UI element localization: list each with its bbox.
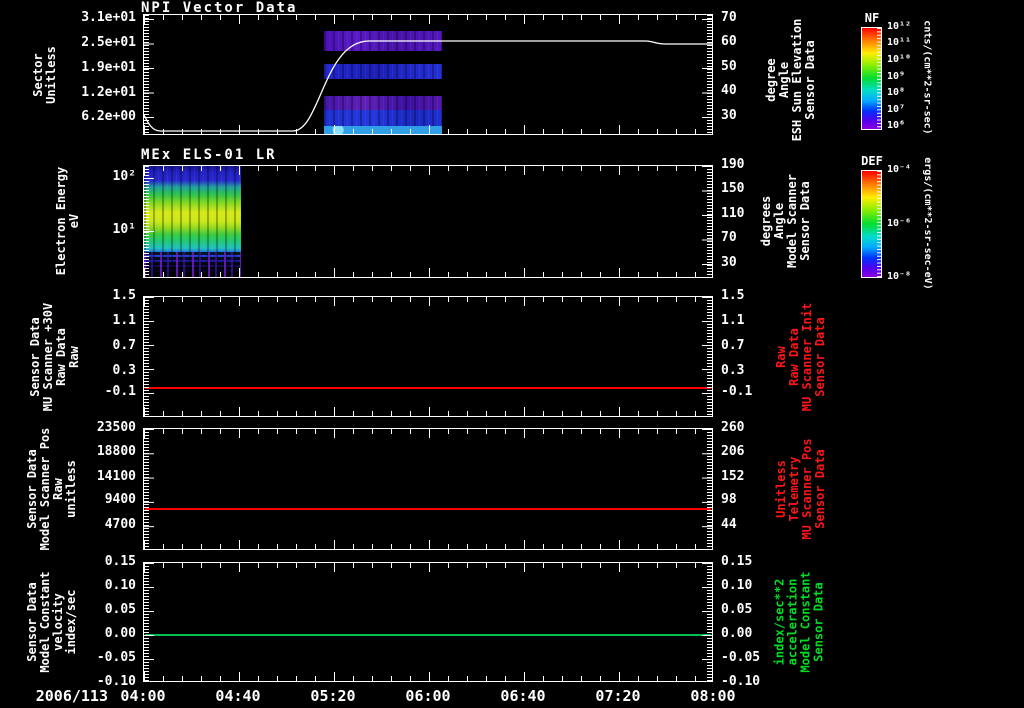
panel4-ticks-left-major — [144, 429, 154, 549]
nf-cbar-tick: 10⁶ — [887, 120, 906, 131]
panel4-ticks-right-minor — [707, 429, 712, 549]
p1-ytick-left: 1.2e+01 — [81, 85, 136, 100]
panel3-ticks-right-minor — [707, 297, 712, 416]
panel3-ticks-right-major — [702, 297, 712, 416]
plot-screen: NPI Vector Data 3.1e+01 2.5e+01 1.9e+01 … — [0, 0, 1024, 708]
panel3-ticks-left-minor — [144, 297, 149, 416]
p1-ytick-left: 2.5e+01 — [81, 35, 136, 50]
sun-elevation-curve — [144, 40, 712, 132]
els-spectrogram-data — [144, 166, 241, 277]
x-tick-label: 08:00 — [690, 687, 736, 705]
panel4-ticks-top-minor — [144, 429, 712, 434]
def-colorbar-unit: ergs/(cm**2-sr-sec-eV) — [922, 157, 933, 290]
panel5-ticks-right-major — [702, 563, 712, 681]
panel2-ticks-right-major — [702, 166, 712, 277]
p5-left-axis-title: Sensor Data Model Constant velocity inde… — [25, 571, 78, 673]
nf-cbar-tick: 10¹² — [887, 21, 912, 32]
panel3-mu-scanner-30v — [143, 296, 713, 417]
p1-ytick-left: 1.9e+01 — [81, 60, 136, 75]
panel2-els-spectrogram — [143, 165, 713, 278]
panel2-title: MEx ELS-01 LR — [141, 147, 277, 163]
panel4-scanner-pos — [143, 428, 713, 550]
panel5-ticks-bottom-major — [144, 672, 712, 681]
panel5-ticks-left-minor — [144, 563, 149, 681]
panel4-ticks-right-major — [702, 429, 712, 549]
nf-cbar-tick: 10¹¹ — [887, 37, 912, 48]
panel4-ticks-top-major — [144, 429, 712, 438]
panel3-ticks-top-minor — [144, 297, 712, 302]
nf-cbar-tick: 10⁷ — [887, 104, 906, 115]
x-tick-label: 07:20 — [595, 687, 641, 705]
nf-cbar-tick: 10⁸ — [887, 87, 906, 98]
p1-ytick-left: 3.1e+01 — [81, 10, 136, 25]
panel5-ticks-right-minor — [707, 563, 712, 681]
nf-colorbar-ticks — [877, 28, 881, 129]
def-cbar-tick: 10⁻⁶ — [887, 218, 912, 229]
panel4-red-data-line — [145, 508, 711, 510]
panel5-ticks-top-minor — [144, 563, 712, 568]
x-tick-label: 04:00 — [120, 687, 166, 705]
p1-left-axis-title: Sector Unitless — [31, 46, 58, 104]
p1-ytick-left: 6.2e+00 — [81, 109, 136, 124]
x-tick-label: 06:00 — [405, 687, 451, 705]
nf-cbar-tick: 10⁹ — [887, 71, 906, 82]
panel5-ticks-top-major — [144, 563, 712, 572]
nf-colorbar-name: NF — [864, 11, 880, 25]
x-tick-label: 06:40 — [500, 687, 546, 705]
panel4-ticks-left-minor — [144, 429, 149, 549]
panel5-green-data-line — [145, 634, 711, 636]
nf-cbar-tick: 10¹⁰ — [887, 54, 912, 65]
x-tick-label: 05:20 — [310, 687, 356, 705]
p5-right-axis-title: Sensor Data Model Constant acceleration … — [772, 571, 826, 673]
panel3-ticks-bottom-minor — [144, 411, 712, 416]
x-axis-date-label: 2006/113 — [35, 687, 108, 705]
x-tick-label: 04:40 — [215, 687, 261, 705]
panel3-ticks-top-major — [144, 297, 712, 306]
panel5-model-constant — [143, 562, 713, 682]
panel2-ticks-right-minor — [707, 166, 712, 277]
nf-colorbar — [861, 27, 882, 130]
def-cbar-tick: 10⁻⁴ — [887, 164, 912, 175]
panel4-ticks-bottom-minor — [144, 544, 712, 549]
def-colorbar-name: DEF — [861, 154, 883, 168]
nf-colorbar-unit: cnts/(cm**2-sr-sec) — [921, 20, 933, 135]
panel3-red-data-line — [145, 387, 711, 389]
panel3-ticks-bottom-major — [144, 407, 712, 416]
panel1-npi-spectrogram — [143, 14, 713, 135]
def-cbar-tick: 10⁻⁸ — [887, 271, 912, 282]
def-colorbar — [861, 170, 882, 278]
panel5-ticks-bottom-minor — [144, 676, 712, 681]
panel4-ticks-bottom-major — [144, 540, 712, 549]
panel3-ticks-left-major — [144, 297, 154, 416]
def-colorbar-ticks — [877, 171, 881, 277]
panel5-ticks-left-major — [144, 563, 154, 681]
els-low-energy-noise-dots — [144, 252, 241, 277]
